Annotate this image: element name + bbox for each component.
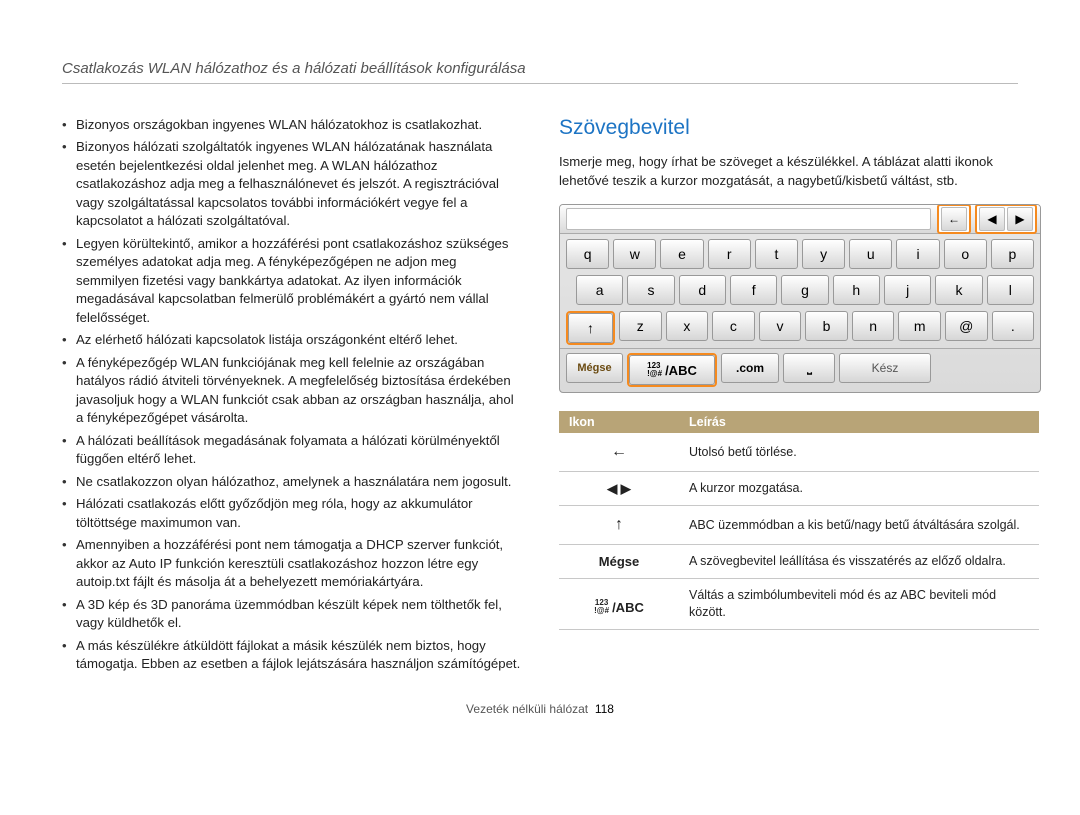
cursor-left-key[interactable]: ◀ [979, 207, 1005, 231]
key-o[interactable]: o [944, 239, 987, 269]
icon-cell: Mégse [559, 544, 679, 579]
triangle-right-icon: ▶ [1015, 212, 1024, 226]
arrow-up-icon: ↑ [587, 320, 594, 336]
note-item: Bizonyos országokban ingyenes WLAN hálóz… [62, 116, 521, 134]
arrow-up-icon: ↑ [615, 516, 623, 533]
notes-list: Bizonyos országokban ingyenes WLAN hálóz… [62, 116, 521, 674]
key-j[interactable]: j [884, 275, 931, 305]
shift-key[interactable]: ↑ [568, 313, 613, 343]
icon-cell: 123 !@# /ABC [559, 579, 679, 630]
icon-cell: ◀ ▶ [559, 471, 679, 506]
desc-cell: A kurzor mozgatása. [679, 471, 1039, 506]
key-b[interactable]: b [805, 311, 848, 341]
key-r[interactable]: r [708, 239, 751, 269]
note-item: A hálózati beállítások megadásának folya… [62, 432, 521, 469]
space-key[interactable]: ⎵ [783, 353, 835, 383]
mode-sup-sym: !@# [594, 607, 609, 615]
icon-cell: ↑ [559, 506, 679, 545]
note-item: Bizonyos hálózati szolgáltatók ingyenes … [62, 138, 521, 230]
arrow-left-bold-icon: ← [948, 212, 960, 226]
key-v[interactable]: v [759, 311, 802, 341]
page-header: Csatlakozás WLAN hálózathoz és a hálózat… [62, 60, 1018, 84]
col-desc-header: Leírás [679, 411, 1039, 433]
icon-description-table: Ikon Leírás ← Utolsó betű törlése. ◀ ▶ [559, 411, 1039, 630]
desc-cell: ABC üzemmódban a kis betű/nagy betű átvá… [679, 506, 1039, 545]
note-item: A 3D kép és 3D panoráma üzemmódban készü… [62, 596, 521, 633]
keyboard-text-field[interactable] [566, 208, 931, 230]
key-d[interactable]: d [679, 275, 726, 305]
note-item: Hálózati csatlakozás előtt győződjön meg… [62, 495, 521, 532]
key-g[interactable]: g [781, 275, 828, 305]
key-p[interactable]: p [991, 239, 1034, 269]
note-item: Az elérhető hálózati kapcsolatok listája… [62, 331, 521, 349]
key-x[interactable]: x [666, 311, 709, 341]
key-c[interactable]: c [712, 311, 755, 341]
key-h[interactable]: h [833, 275, 880, 305]
note-item: Amennyiben a hozzáférési pont nem támoga… [62, 536, 521, 591]
note-item: A más készülékre átküldött fájlokat a má… [62, 637, 521, 674]
cursor-arrows-icon: ◀ ▶ [607, 481, 631, 496]
key-u[interactable]: u [849, 239, 892, 269]
notes-column: Bizonyos országokban ingyenes WLAN hálóz… [62, 116, 521, 678]
note-item: Ne csatlakozzon olyan hálózathoz, amelyn… [62, 473, 521, 491]
desc-cell: Váltás a szimbólumbeviteli mód és az ABC… [679, 579, 1039, 630]
text-entry-column: Szövegbevitel Ismerje meg, hogy írhat be… [559, 116, 1018, 678]
note-item: Legyen körültekintő, amikor a hozzáférés… [62, 235, 521, 327]
key-m[interactable]: m [898, 311, 941, 341]
key-k[interactable]: k [935, 275, 982, 305]
mode-sup-sym: !@# [647, 370, 662, 378]
key-at[interactable]: @ [945, 311, 988, 341]
key-n[interactable]: n [852, 311, 895, 341]
key-y[interactable]: y [802, 239, 845, 269]
page-footer: Vezeték nélküli hálózat 118 [62, 702, 1018, 716]
cancel-key[interactable]: Mégse [566, 353, 623, 383]
section-intro: Ismerje meg, hogy írhat be szöveget a ké… [559, 153, 1018, 190]
key-f[interactable]: f [730, 275, 777, 305]
dotcom-key[interactable]: .com [721, 353, 779, 383]
done-key[interactable]: Kész [839, 353, 931, 383]
cursor-right-key[interactable]: ▶ [1007, 207, 1033, 231]
on-screen-keyboard: ← ◀ ▶ q [559, 204, 1041, 393]
key-a[interactable]: a [576, 275, 623, 305]
mode-toggle-key[interactable]: 123 !@# /ABC [629, 355, 715, 385]
key-e[interactable]: e [660, 239, 703, 269]
desc-cell: Utolsó betű törlése. [679, 433, 1039, 471]
key-w[interactable]: w [613, 239, 656, 269]
key-z[interactable]: z [619, 311, 662, 341]
backspace-key[interactable]: ← [941, 207, 967, 231]
key-q[interactable]: q [566, 239, 609, 269]
arrow-left-bold-icon: ← [611, 443, 627, 460]
col-icon-header: Ikon [559, 411, 679, 433]
icon-cell: ← [559, 433, 679, 471]
desc-cell: A szövegbevitel leállítása és visszatéré… [679, 544, 1039, 579]
mode-abc-label: /ABC [612, 599, 644, 617]
space-icon: ⎵ [807, 361, 811, 376]
key-i[interactable]: i [896, 239, 939, 269]
key-dot[interactable]: . [992, 311, 1035, 341]
key-s[interactable]: s [627, 275, 674, 305]
mode-abc-label: /ABC [665, 363, 697, 378]
key-l[interactable]: l [987, 275, 1034, 305]
footer-section-label: Vezeték nélküli hálózat [466, 702, 588, 716]
page-number: 118 [595, 702, 614, 716]
triangle-left-icon: ◀ [987, 212, 996, 226]
note-item: A fényképezőgép WLAN funkciójának meg ke… [62, 354, 521, 428]
section-title: Szövegbevitel [559, 116, 1018, 140]
key-t[interactable]: t [755, 239, 798, 269]
